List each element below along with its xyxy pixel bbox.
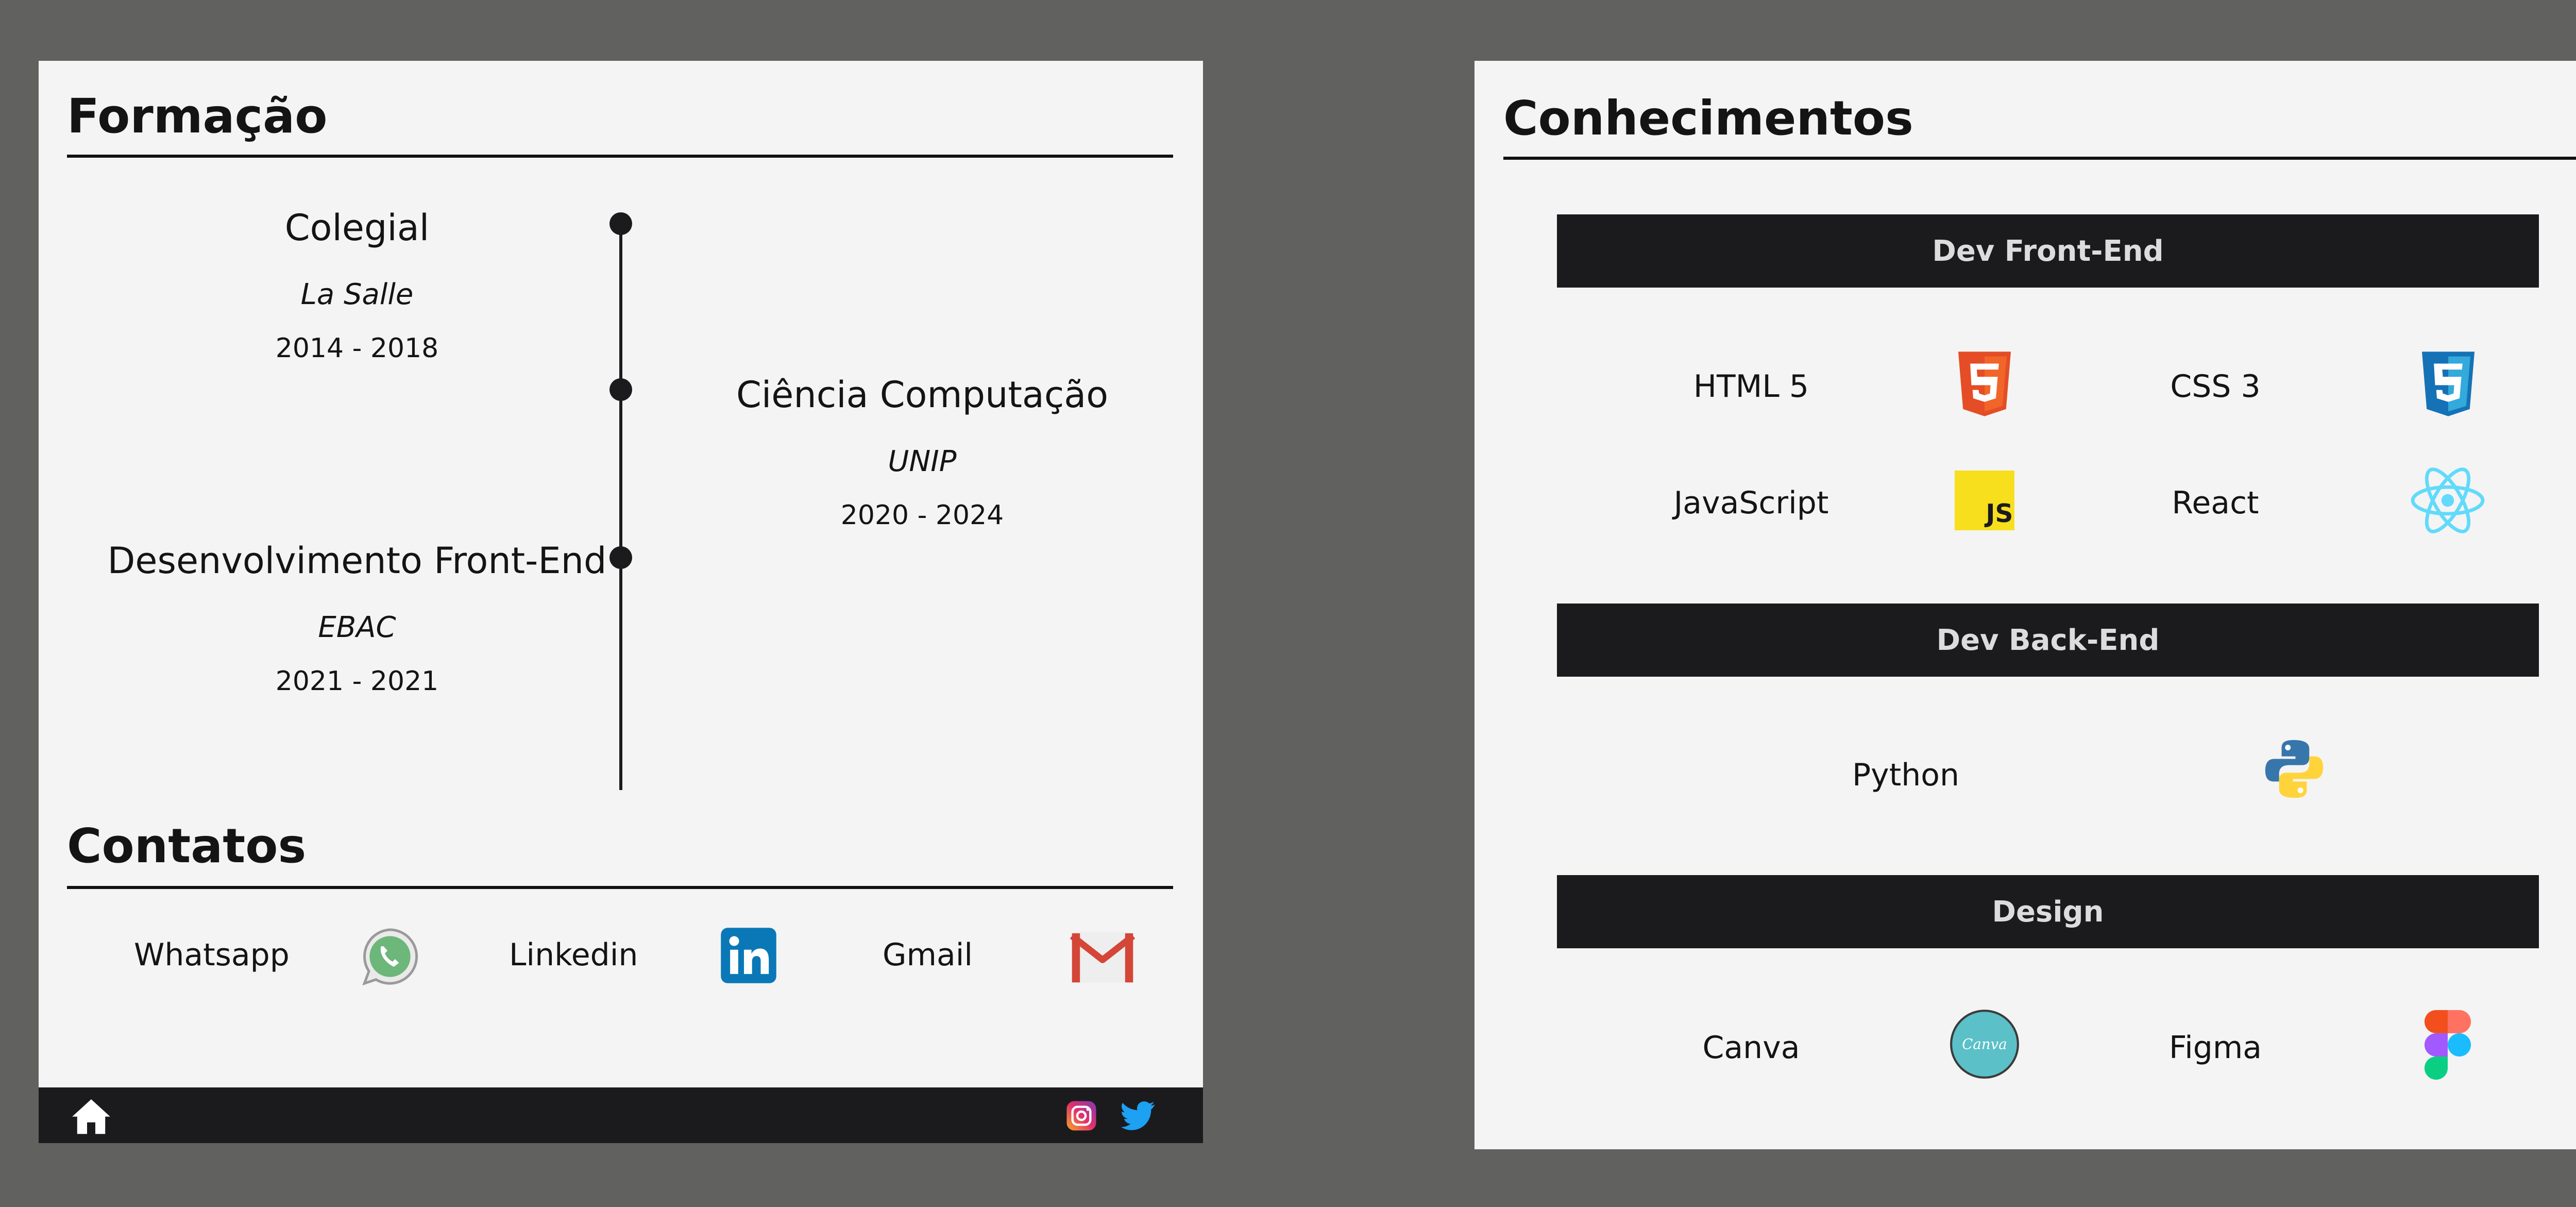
skill-group-header-design: Design (1557, 875, 2539, 948)
education-divider (67, 155, 1173, 158)
skill-label: Canva (1702, 1030, 1800, 1066)
skill-label: Python (1852, 757, 1959, 793)
skills-title: Conhecimentos (1503, 91, 1913, 146)
svg-text:Canva: Canva (1962, 1036, 2007, 1053)
javascript-icon: JS (1955, 471, 2014, 530)
contact-label: Gmail (883, 937, 973, 973)
contact-label: Linkedin (509, 937, 638, 973)
gmail-icon[interactable] (1069, 927, 1136, 986)
footer-bar (39, 1087, 1203, 1143)
school-name: UNIP (888, 445, 957, 478)
school-name: La Salle (300, 278, 414, 311)
timeline-dot (609, 378, 632, 401)
instagram-icon[interactable] (1065, 1100, 1097, 1132)
skill-group-header-back-end: Dev Back-End (1557, 604, 2539, 677)
school-name: EBAC (318, 611, 396, 644)
css3-icon (2421, 351, 2475, 416)
twitter-icon[interactable] (1121, 1101, 1156, 1131)
linkedin-icon[interactable] (720, 927, 777, 984)
skill-label: CSS 3 (2170, 368, 2261, 405)
course-years: 2020 - 2024 (840, 500, 1004, 531)
html5-icon (1958, 351, 2011, 416)
contact-label: Whatsapp (134, 937, 290, 973)
python-icon (2265, 740, 2324, 798)
contacts-divider (67, 886, 1173, 889)
skill-label: Figma (2168, 1030, 2262, 1066)
skill-label: JavaScript (1673, 485, 1829, 521)
skills-panel: Conhecimentos Dev Front-End HTML 5 CSS 3… (1475, 61, 2576, 1149)
education-contacts-panel: Formação Colegial La Salle 2014 - 2018 C… (39, 61, 1203, 1143)
course-name: Colegial (284, 207, 430, 249)
canva-icon: Canva (1950, 1010, 2019, 1079)
skill-label: HTML 5 (1693, 368, 1809, 405)
course-years: 2021 - 2021 (275, 666, 439, 697)
education-item-colegial: Colegial La Salle 2014 - 2018 (74, 206, 640, 364)
course-name: Ciência Computação (736, 374, 1109, 416)
skill-label: React (2172, 485, 2259, 521)
contacts-title: Contatos (67, 818, 307, 874)
react-icon (2411, 467, 2485, 533)
skills-divider (1503, 157, 2576, 160)
figma-icon (2424, 1010, 2471, 1080)
svg-text:JS: JS (1984, 499, 2013, 528)
education-title: Formação (67, 89, 328, 144)
course-name: Desenvolvimento Front-End (107, 540, 607, 582)
education-item-front-end: Desenvolvimento Front-End EBAC 2021 - 20… (74, 539, 640, 697)
education-item-ciencia-computacao: Ciência Computação UNIP 2020 - 2024 (639, 373, 1206, 531)
whatsapp-icon[interactable] (358, 925, 422, 988)
skill-group-header-front-end: Dev Front-End (1557, 214, 2539, 288)
home-icon[interactable] (71, 1097, 112, 1135)
course-years: 2014 - 2018 (275, 333, 439, 364)
